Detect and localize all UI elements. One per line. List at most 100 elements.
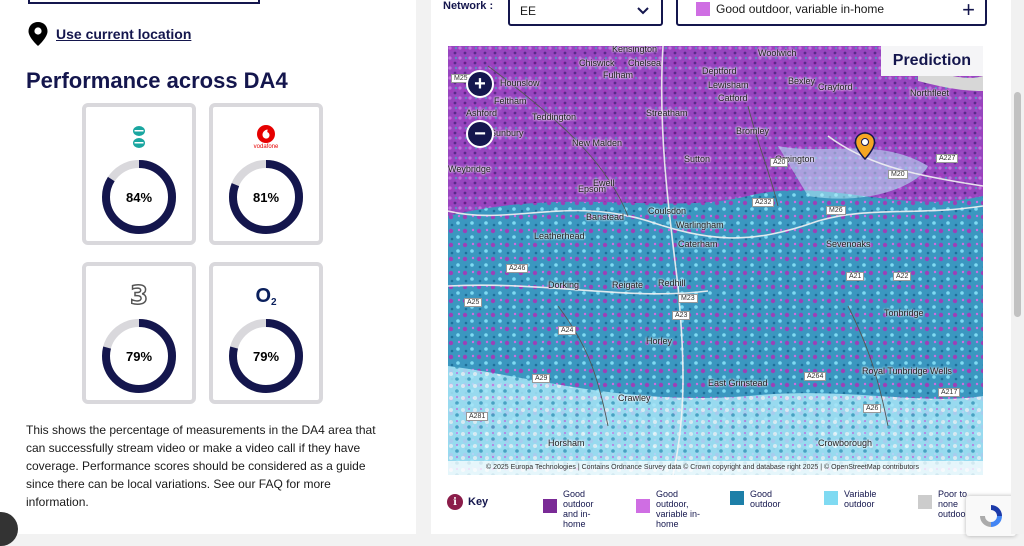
map-road-label: M20: [888, 170, 908, 179]
map-town-label: Caterham: [678, 239, 718, 249]
map-town-label: Lewisham: [708, 80, 749, 90]
recaptcha-badge[interactable]: [966, 496, 1016, 536]
info-icon: i: [447, 494, 463, 510]
map-town-label: Bromley: [736, 126, 770, 136]
scrollbar-thumb[interactable]: [1014, 92, 1021, 317]
map-road-label: A232: [752, 198, 775, 207]
use-current-location-link[interactable]: Use current location: [56, 26, 191, 42]
search-box[interactable]: [28, 0, 260, 4]
map-town-label: Deptford: [702, 66, 737, 76]
map-town-label: Ashford: [466, 108, 498, 118]
map-town-label: Teddington: [532, 112, 577, 122]
network-select[interactable]: EE: [508, 0, 663, 26]
network-card-vodafone: vodafone 81%: [209, 103, 323, 245]
zoom-out-button[interactable]: −: [466, 120, 494, 148]
map-town-label: Horley: [646, 336, 673, 346]
map-town-label: Bexley: [788, 76, 816, 86]
key-title: Key: [468, 496, 489, 508]
network-select-value: EE: [520, 4, 537, 18]
key-item: Good outdoor, variable in-home: [636, 489, 712, 529]
recaptcha-icon: [980, 505, 1002, 527]
map-road-label: A246: [506, 264, 529, 273]
map-road-label: A281: [466, 412, 489, 421]
key-item: Good outdoor and in-home: [543, 489, 607, 529]
page-scrollbar[interactable]: [1011, 0, 1024, 534]
page-title: Performance across DA4: [26, 68, 288, 93]
map-town-label: Royal Tunbridge Wells: [862, 366, 952, 376]
prediction-label: Prediction: [880, 46, 983, 76]
map-attribution: © 2025 Europa Technologies | Contains Or…: [448, 461, 983, 475]
map-road-label: A22: [893, 272, 912, 281]
map-road-label: A25: [464, 298, 483, 307]
use-location[interactable]: Use current location: [28, 22, 191, 46]
map-town-label: Fulham: [603, 70, 634, 80]
key-swatch: [918, 495, 932, 509]
key-swatch: [543, 499, 557, 513]
key-swatch: [636, 499, 650, 513]
map-road-label: A29: [532, 374, 551, 383]
map-road-label: A20: [770, 158, 789, 167]
map-town-label: Banstead: [586, 212, 625, 222]
map-town-label: Chiswick: [579, 58, 615, 68]
performance-panel: Use current location Performance across …: [0, 0, 416, 546]
map-town-label: Sevenoaks: [826, 239, 871, 249]
map-town-label: Chelsea: [628, 58, 662, 68]
o2-donut: 79%: [228, 318, 304, 394]
map-town-label: Feltham: [494, 96, 527, 106]
map-road-label: A23: [672, 311, 691, 320]
three-logo-text: 3: [129, 280, 149, 312]
map-town-label: Crayford: [818, 82, 853, 92]
coverage-filter[interactable]: Good outdoor, variable in-home +: [676, 0, 987, 26]
map-town-label: Crowborough: [818, 438, 873, 448]
map-town-label: Kensington: [612, 46, 658, 54]
key-swatch: [824, 491, 838, 505]
map-road-label: A21: [846, 272, 865, 281]
map-town-label: Leatherhead: [534, 231, 585, 241]
map-road-label: A24: [558, 326, 577, 335]
map-road-label: A217: [938, 388, 961, 397]
network-label: Network :: [443, 0, 494, 12]
map-location-pin-icon: [854, 132, 876, 160]
o2-logo: O2: [255, 276, 276, 316]
map-town-label: Dorking: [548, 280, 580, 290]
network-card-ee: 84%: [82, 103, 196, 245]
ee-donut: 84%: [101, 159, 177, 235]
vodafone-donut: 81%: [228, 159, 304, 235]
vodafone-logo-icon: [256, 124, 275, 143]
settings-gear-icon[interactable]: [0, 512, 18, 546]
map-town-label: Warlingham: [676, 220, 724, 230]
map-town-label: Crawley: [618, 393, 651, 403]
coverage-filter-label: Good outdoor, variable in-home: [716, 2, 885, 16]
o2-logo-subscript: 2: [271, 296, 277, 308]
three-logo: 3: [129, 276, 149, 316]
map-road-label: M23: [678, 294, 698, 303]
three-percent: 79%: [125, 348, 153, 364]
ee-logo-icon: [133, 126, 145, 148]
vodafone-logo: vodafone: [253, 117, 279, 157]
key-heading[interactable]: i Key: [447, 494, 488, 510]
map-town-label: Woolwich: [758, 48, 797, 58]
map-town-label: Sutton: [684, 154, 711, 164]
map-town-label: Northfleet: [910, 88, 950, 98]
coverage-map[interactable]: Kensington Woolwich Chiswick Chelsea Hou…: [448, 46, 983, 475]
map-town-label: East Grinstead: [708, 378, 768, 388]
key-item: Poor to none outdoor: [918, 489, 972, 519]
chevron-down-icon: [637, 4, 649, 18]
map-town-label: Hounslow: [500, 78, 540, 88]
map-road-label: M26: [826, 206, 846, 215]
zoom-in-button[interactable]: +: [466, 70, 494, 98]
network-card-three: 3 79%: [82, 262, 196, 404]
network-card-o2: O2 79%: [209, 262, 323, 404]
expand-plus-icon[interactable]: +: [962, 0, 975, 23]
key-item: Good outdoor: [730, 489, 794, 509]
key-item: Variable outdoor: [824, 489, 888, 509]
vodafone-logo-text: vodafone: [253, 143, 279, 150]
key-swatch: [730, 491, 744, 505]
o2-percent: 79%: [252, 348, 280, 364]
o2-logo-text: O: [255, 284, 271, 307]
ee-logo: [131, 117, 147, 157]
key-item-label: Variable outdoor: [844, 489, 877, 509]
map-town-label: Horsham: [548, 438, 585, 448]
three-donut: 79%: [101, 318, 177, 394]
location-pin-icon: [28, 22, 48, 46]
